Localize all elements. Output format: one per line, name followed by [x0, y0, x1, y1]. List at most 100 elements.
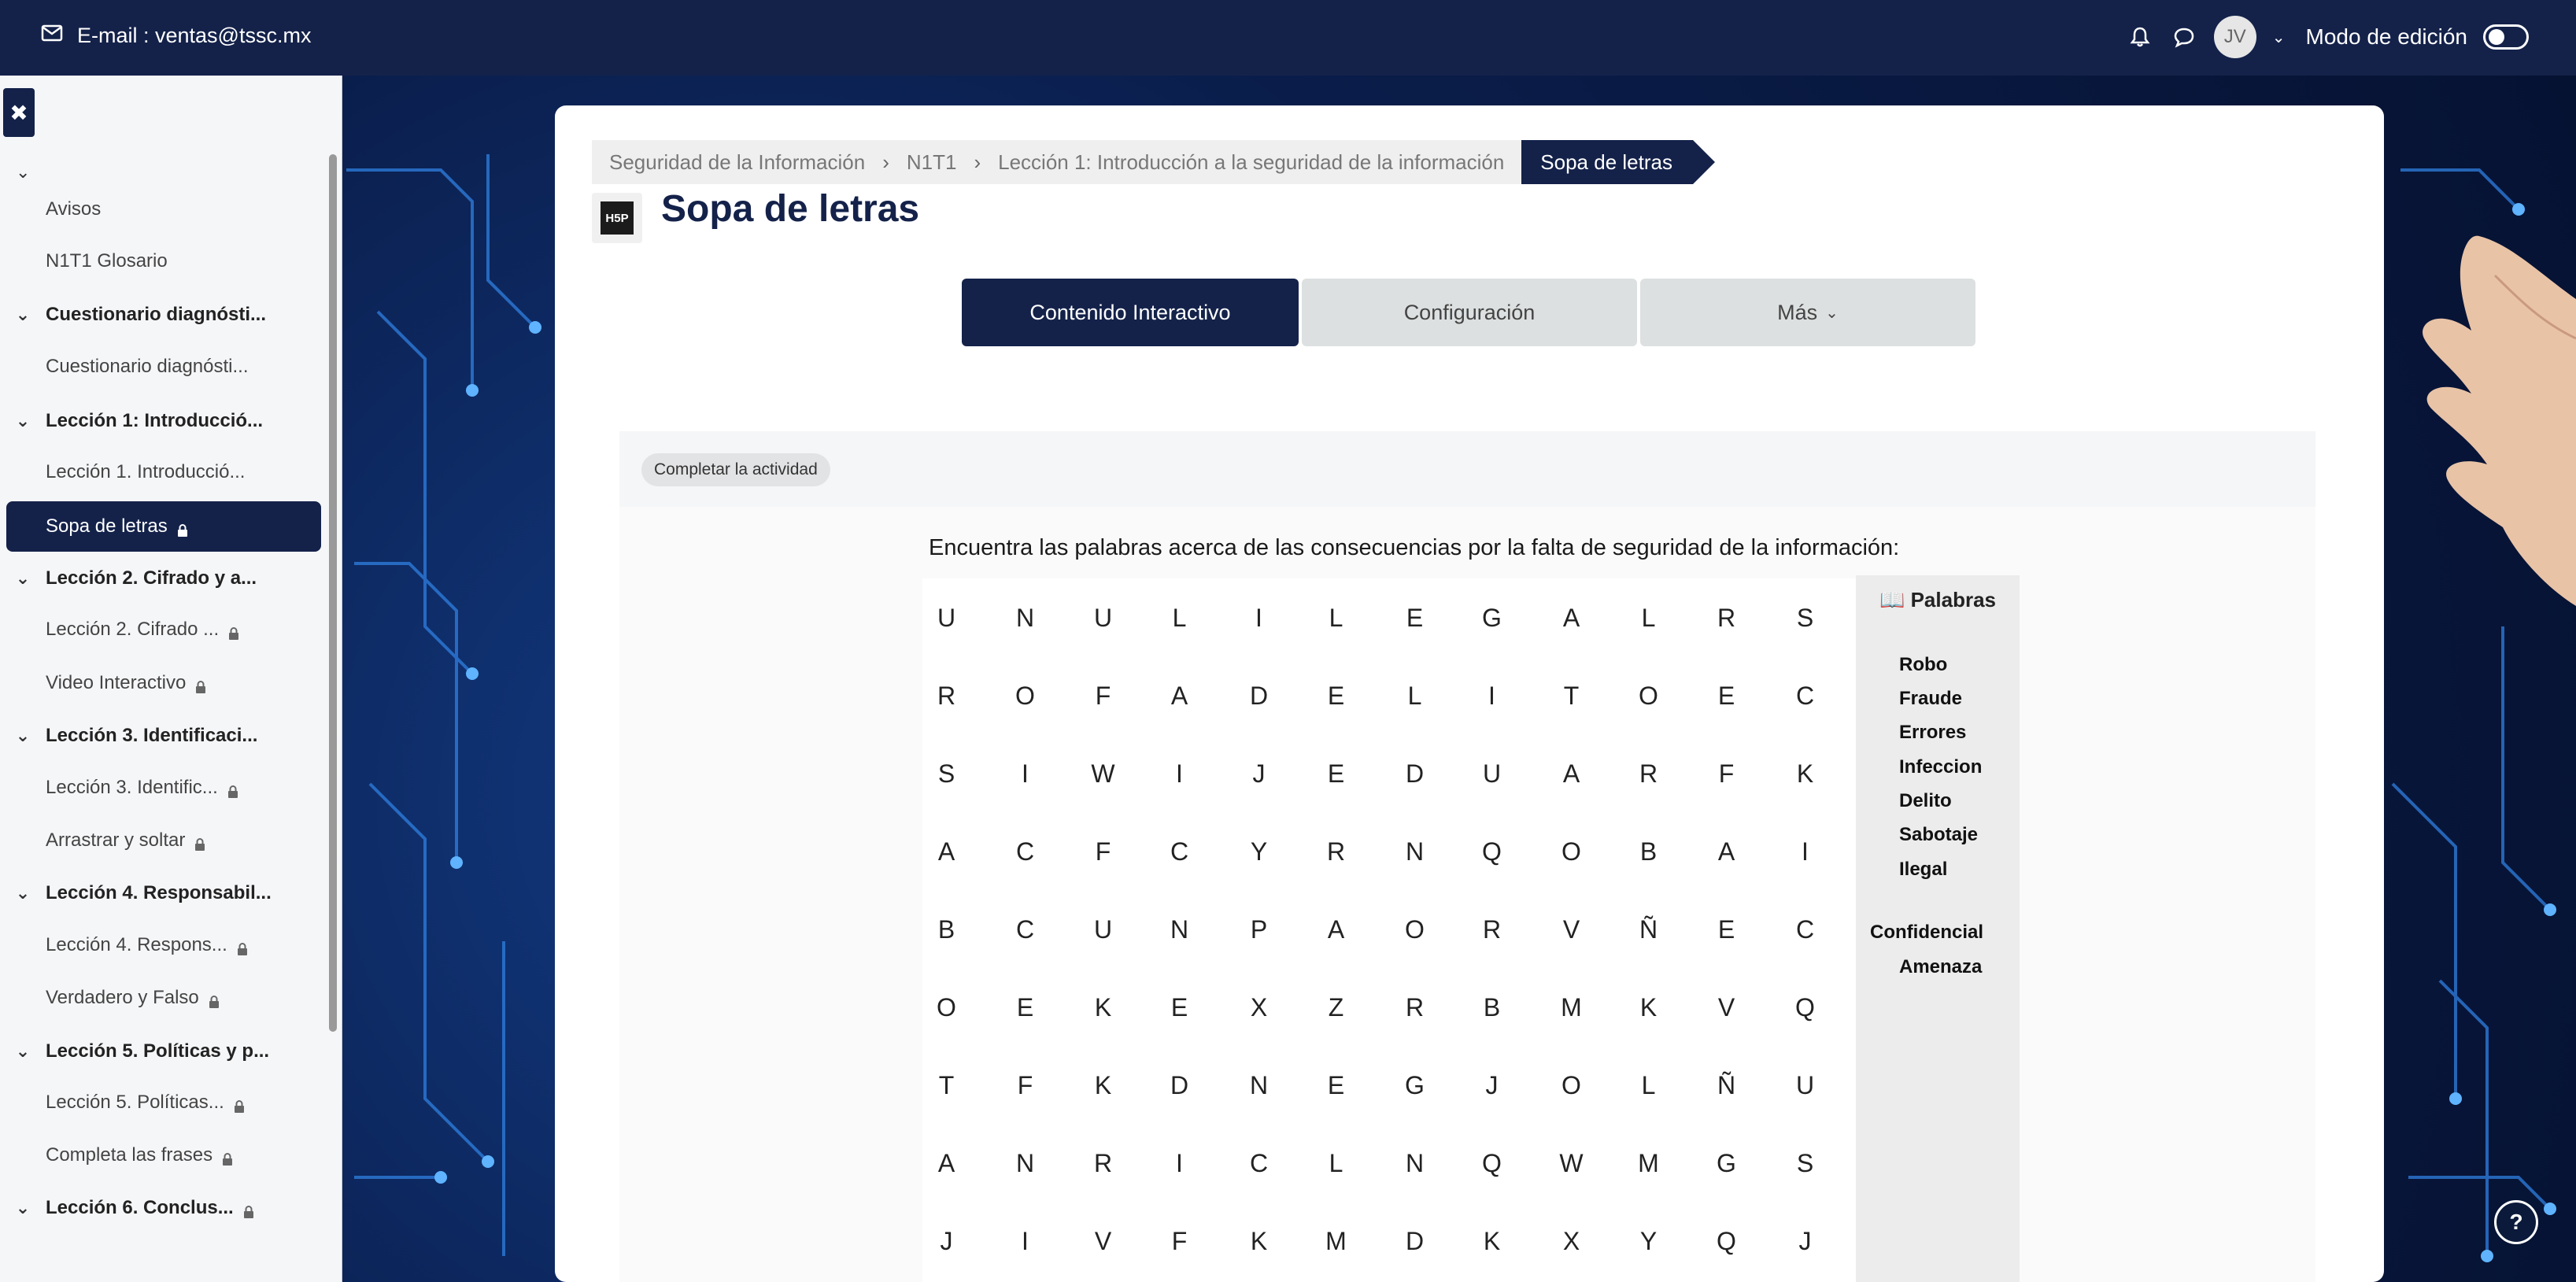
grid-cell[interactable]: K	[1064, 1071, 1142, 1100]
grid-cell[interactable]: K	[1453, 1227, 1531, 1256]
grid-cell[interactable]: X	[1220, 993, 1298, 1022]
grid-cell[interactable]: A	[1297, 915, 1375, 944]
sidebar-item[interactable]: ⌄ Lección 2. Cifrado y a...	[0, 555, 331, 602]
tab-interactive-content[interactable]: Contenido Interactivo	[962, 279, 1299, 346]
sidebar-item[interactable]: N1T1 Glosario	[0, 238, 331, 285]
grid-cell[interactable]: A	[1532, 759, 1610, 789]
grid-cell[interactable]: O	[1376, 915, 1454, 944]
grid-cell[interactable]: P	[1220, 915, 1298, 944]
grid-cell[interactable]: I	[1140, 759, 1218, 789]
grid-cell[interactable]: V	[1064, 1227, 1142, 1256]
grid-cell[interactable]: Ñ	[1687, 1071, 1765, 1100]
grid-cell[interactable]: J	[1766, 1227, 1844, 1256]
grid-cell[interactable]: Q	[1453, 1149, 1531, 1178]
grid-cell[interactable]: E	[1376, 604, 1454, 633]
chevron-down-icon[interactable]: ⌄	[0, 411, 46, 431]
grid-cell[interactable]: R	[907, 682, 985, 711]
grid-cell[interactable]: X	[1532, 1227, 1610, 1256]
grid-cell[interactable]: M	[1610, 1149, 1687, 1178]
grid-cell[interactable]: R	[1376, 993, 1454, 1022]
grid-cell[interactable]: A	[907, 1149, 985, 1178]
grid-cell[interactable]: J	[907, 1227, 985, 1256]
grid-cell[interactable]: F	[986, 1071, 1064, 1100]
grid-cell[interactable]: E	[1297, 682, 1375, 711]
grid-cell[interactable]: E	[1297, 759, 1375, 789]
grid-cell[interactable]: N	[1376, 837, 1454, 866]
bell-icon[interactable]	[2126, 23, 2154, 51]
grid-cell[interactable]: N	[1140, 915, 1218, 944]
grid-cell[interactable]: U	[907, 604, 985, 633]
grid-cell[interactable]: L	[1610, 604, 1687, 633]
grid-cell[interactable]: V	[1687, 993, 1765, 1022]
sidebar-item[interactable]: Lección 2. Cifrado ...	[0, 606, 331, 653]
sidebar-item[interactable]: ⌄ Cuestionario diagnósti...	[0, 291, 331, 338]
grid-cell[interactable]: M	[1297, 1227, 1375, 1256]
grid-cell[interactable]: E	[1687, 682, 1765, 711]
grid-cell[interactable]: W	[1532, 1149, 1610, 1178]
grid-cell[interactable]: K	[1766, 759, 1844, 789]
chevron-down-icon[interactable]: ⌄	[0, 883, 46, 903]
grid-cell[interactable]: V	[1532, 915, 1610, 944]
grid-cell[interactable]: E	[986, 993, 1064, 1022]
grid-cell[interactable]: G	[1376, 1071, 1454, 1100]
grid-cell[interactable]: S	[1766, 1149, 1844, 1178]
grid-cell[interactable]: O	[907, 993, 985, 1022]
chevron-down-icon[interactable]: ⌄	[0, 568, 46, 589]
grid-cell[interactable]: Q	[1687, 1227, 1765, 1256]
grid-cell[interactable]: Q	[1766, 993, 1844, 1022]
grid-cell[interactable]: G	[1453, 604, 1531, 633]
breadcrumb-item-course[interactable]: Seguridad de la Información	[592, 140, 882, 184]
grid-cell[interactable]: Y	[1610, 1227, 1687, 1256]
breadcrumb-item-lesson[interactable]: Lección 1: Introducción a la seguridad d…	[981, 140, 1521, 184]
grid-cell[interactable]: I	[986, 759, 1064, 789]
chevron-down-icon[interactable]: ⌄	[16, 162, 30, 183]
grid-cell[interactable]: S	[1766, 604, 1844, 633]
grid-cell[interactable]: O	[986, 682, 1064, 711]
grid-cell[interactable]: U	[1766, 1071, 1844, 1100]
grid-cell[interactable]: E	[1297, 1071, 1375, 1100]
grid-cell[interactable]: B	[1453, 993, 1531, 1022]
sidebar-item[interactable]: ⌄ Lección 6. Conclus...	[0, 1184, 331, 1232]
grid-cell[interactable]: E	[1687, 915, 1765, 944]
grid-cell[interactable]: T	[1532, 682, 1610, 711]
grid-cell[interactable]: I	[1766, 837, 1844, 866]
grid-cell[interactable]: R	[1064, 1149, 1142, 1178]
sidebar-item[interactable]: Avisos	[0, 186, 331, 233]
sidebar-item[interactable]: ⌄ Lección 3. Identificaci...	[0, 712, 331, 759]
edit-mode-toggle[interactable]	[2483, 24, 2529, 50]
grid-cell[interactable]: F	[1687, 759, 1765, 789]
chevron-down-icon[interactable]: ⌄	[0, 726, 46, 746]
grid-cell[interactable]: Ñ	[1610, 915, 1687, 944]
grid-cell[interactable]: A	[1532, 604, 1610, 633]
chevron-down-icon[interactable]: ⌄	[0, 1198, 46, 1218]
sidebar-item[interactable]: Video Interactivo	[0, 659, 331, 707]
grid-cell[interactable]: C	[986, 915, 1064, 944]
avatar[interactable]: JV	[2213, 16, 2256, 58]
grid-cell[interactable]: U	[1064, 915, 1142, 944]
grid-cell[interactable]: R	[1453, 915, 1531, 944]
sidebar-item[interactable]: Verdadero y Falso	[0, 974, 331, 1022]
grid-cell[interactable]: R	[1610, 759, 1687, 789]
grid-cell[interactable]: N	[986, 604, 1064, 633]
sidebar-item[interactable]: Sopa de letras	[6, 501, 321, 552]
grid-cell[interactable]: O	[1532, 1071, 1610, 1100]
sidebar-item[interactable]: ⌄ Lección 5. Políticas y p...	[0, 1028, 331, 1075]
grid-cell[interactable]: C	[1140, 837, 1218, 866]
grid-cell[interactable]: K	[1220, 1227, 1298, 1256]
grid-cell[interactable]: L	[1140, 604, 1218, 633]
sidebar-item[interactable]: ⌄ Lección 4. Responsabil...	[0, 870, 331, 917]
grid-cell[interactable]: D	[1140, 1071, 1218, 1100]
grid-cell[interactable]: N	[1376, 1149, 1454, 1178]
grid-cell[interactable]: L	[1297, 1149, 1375, 1178]
grid-cell[interactable]: R	[1297, 837, 1375, 866]
grid-cell[interactable]: M	[1532, 993, 1610, 1022]
grid-cell[interactable]: A	[907, 837, 985, 866]
sidebar-item[interactable]: Lección 3. Identific...	[0, 764, 331, 811]
sidebar-item[interactable]: ⌄ Lección 1: Introducció...	[0, 397, 331, 445]
sidebar-item[interactable]: Lección 4. Respons...	[0, 922, 331, 969]
grid-cell[interactable]: L	[1610, 1071, 1687, 1100]
grid-cell[interactable]: B	[1610, 837, 1687, 866]
tab-configuration[interactable]: Configuración	[1302, 279, 1637, 346]
grid-cell[interactable]: C	[1766, 915, 1844, 944]
grid-cell[interactable]: W	[1064, 759, 1142, 789]
